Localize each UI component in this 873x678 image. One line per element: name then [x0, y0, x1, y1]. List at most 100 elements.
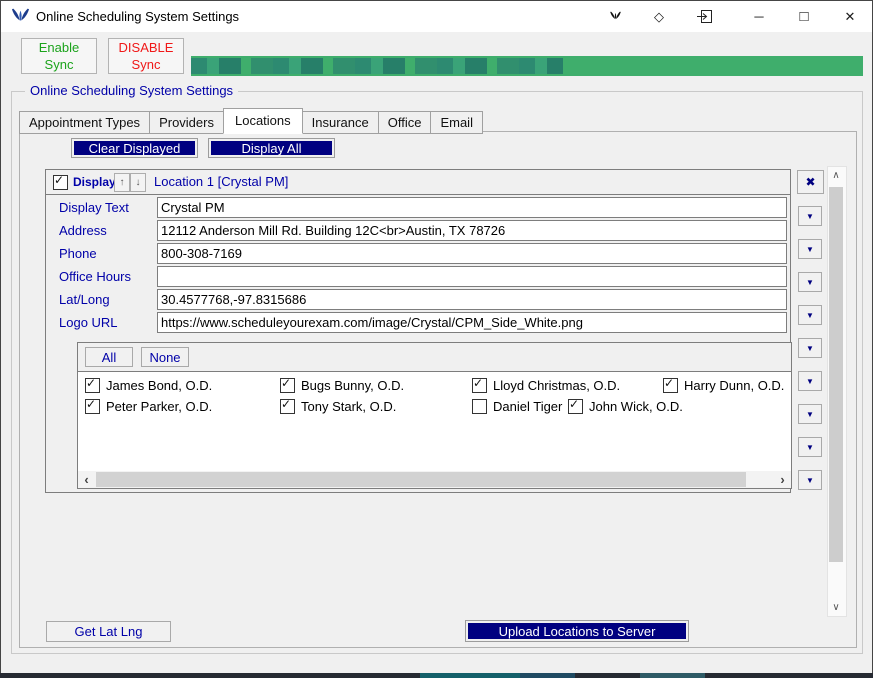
disable-sync-button[interactable]: DISABLE Sync	[108, 38, 184, 74]
remove-location-button[interactable]: ✖	[797, 170, 824, 194]
upload-locations-button[interactable]: Upload Locations to Server	[465, 620, 689, 642]
scroll-up-button[interactable]: ∧	[828, 167, 844, 184]
enable-sync-button[interactable]: Enable Sync	[21, 38, 97, 74]
scroll-up-icon: ∧	[832, 170, 839, 181]
address-field[interactable]	[157, 220, 787, 241]
dropdown-icon: ▼	[806, 245, 814, 254]
field-dropdown-button[interactable]: ▼	[798, 338, 822, 358]
remove-x-icon: ✖	[805, 175, 815, 189]
provider-label: Tony Stark, O.D.	[301, 399, 396, 414]
move-down-button[interactable]: ↓	[130, 173, 146, 192]
scroll-down-icon: ∨	[832, 602, 839, 613]
location-title: Location 1 [Crystal PM]	[154, 174, 288, 189]
display-checkbox-label: Display	[73, 175, 116, 189]
provider-checkbox[interactable]	[85, 399, 100, 414]
providers-box: All None James Bond, O.D. Bugs Bunny, O.…	[77, 342, 792, 489]
close-icon: ✕	[845, 9, 856, 25]
provider-checkbox[interactable]	[568, 399, 583, 414]
display-text-field[interactable]	[157, 197, 787, 218]
tab-email[interactable]: Email	[430, 111, 483, 134]
location-card-header: Display ↑ ↓ Location 1 [Crystal PM]	[46, 170, 790, 195]
taskbar-sliver	[0, 673, 873, 678]
provider-checkbox[interactable]	[280, 399, 295, 414]
provider-item[interactable]: James Bond, O.D.	[85, 378, 212, 393]
provider-checkbox[interactable]	[663, 378, 678, 393]
display-all-button[interactable]: Display All	[208, 138, 335, 158]
dropdown-icon: ▼	[806, 443, 814, 452]
get-lat-lng-button[interactable]: Get Lat Lng	[46, 621, 171, 642]
provider-label: John Wick, O.D.	[589, 399, 683, 414]
display-checkbox[interactable]	[53, 175, 68, 190]
tab-providers[interactable]: Providers	[149, 111, 224, 134]
down-arrow-icon: ↓	[136, 177, 141, 188]
tab-office[interactable]: Office	[378, 111, 432, 134]
provider-checkbox[interactable]	[280, 378, 295, 393]
field-dropdown-button[interactable]: ▼	[798, 371, 822, 391]
dropdown-icon: ▼	[806, 410, 814, 419]
tab-appointment-types[interactable]: Appointment Types	[19, 111, 150, 134]
dock-icon	[697, 10, 712, 23]
field-dropdown-button[interactable]: ▼	[798, 239, 822, 259]
provider-item[interactable]: Daniel Tiger	[472, 399, 562, 414]
tabstrip: Appointment Types Providers Locations In…	[19, 108, 482, 134]
provider-item[interactable]: Peter Parker, O.D.	[85, 399, 212, 414]
tab-insurance[interactable]: Insurance	[302, 111, 379, 134]
provider-checkbox[interactable]	[85, 378, 100, 393]
scroll-left-button[interactable]: ‹	[78, 471, 95, 488]
minimize-button[interactable]: ─	[737, 1, 781, 32]
redacted-text-overlay	[191, 58, 563, 74]
app-logo-icon	[10, 6, 31, 27]
field-dropdown-button[interactable]: ▼	[798, 206, 822, 226]
provider-item[interactable]: Tony Stark, O.D.	[280, 399, 396, 414]
up-arrow-icon: ↑	[120, 177, 125, 188]
scrollbar-thumb[interactable]	[96, 472, 746, 487]
dropdown-icon: ▼	[806, 377, 814, 386]
titlebar: Online Scheduling System Settings ◇ ─ □ …	[1, 1, 872, 32]
locations-vertical-scrollbar[interactable]: ∧ ∨	[827, 166, 847, 617]
field-dropdown-button[interactable]: ▼	[798, 437, 822, 457]
scroll-down-button[interactable]: ∨	[828, 599, 844, 616]
provider-label: Harry Dunn, O.D.	[684, 378, 784, 393]
provider-list: James Bond, O.D. Bugs Bunny, O.D. Lloyd …	[78, 371, 791, 471]
dropdown-icon: ▼	[806, 344, 814, 353]
provider-item[interactable]: Lloyd Christmas, O.D.	[472, 378, 620, 393]
minimize-icon: ─	[754, 9, 763, 24]
diamond-icon: ◇	[654, 9, 664, 25]
latlong-label: Lat/Long	[59, 292, 110, 307]
provider-checkbox[interactable]	[472, 399, 487, 414]
provider-item[interactable]: Harry Dunn, O.D.	[663, 378, 784, 393]
logo-url-field[interactable]	[157, 312, 787, 333]
provider-item[interactable]: Bugs Bunny, O.D.	[280, 378, 404, 393]
scrollbar-thumb[interactable]	[829, 187, 843, 562]
tray-logo-icon[interactable]	[593, 1, 637, 32]
close-button[interactable]: ✕	[828, 1, 872, 32]
maximize-button[interactable]: □	[782, 1, 826, 32]
dock-window-button[interactable]	[682, 1, 726, 32]
bird-icon	[609, 10, 622, 23]
office-hours-field[interactable]	[157, 266, 787, 287]
field-dropdown-button[interactable]: ▼	[798, 470, 822, 490]
groupbox-label: Online Scheduling System Settings	[25, 83, 238, 98]
logo-url-label: Logo URL	[59, 315, 118, 330]
field-dropdown-button[interactable]: ▼	[798, 404, 822, 424]
sync-status-bar	[191, 56, 863, 76]
field-dropdown-button[interactable]: ▼	[798, 305, 822, 325]
dropdown-icon: ▼	[806, 476, 814, 485]
provider-item[interactable]: John Wick, O.D.	[568, 399, 683, 414]
providers-horizontal-scrollbar[interactable]: ‹ ›	[78, 471, 791, 488]
clear-displayed-button[interactable]: Clear Displayed	[71, 138, 198, 158]
dropdown-icon: ▼	[806, 278, 814, 287]
latlong-field[interactable]	[157, 289, 787, 310]
select-all-button[interactable]: All	[85, 347, 133, 367]
scroll-right-icon: ›	[780, 472, 784, 487]
move-up-button[interactable]: ↑	[114, 173, 130, 192]
select-none-button[interactable]: None	[141, 347, 189, 367]
target-icon-button[interactable]: ◇	[637, 1, 681, 32]
phone-field[interactable]	[157, 243, 787, 264]
scroll-right-button[interactable]: ›	[774, 471, 791, 488]
field-dropdown-button[interactable]: ▼	[798, 272, 822, 292]
phone-label: Phone	[59, 246, 97, 261]
provider-label: James Bond, O.D.	[106, 378, 212, 393]
tab-locations[interactable]: Locations	[223, 108, 303, 134]
provider-checkbox[interactable]	[472, 378, 487, 393]
